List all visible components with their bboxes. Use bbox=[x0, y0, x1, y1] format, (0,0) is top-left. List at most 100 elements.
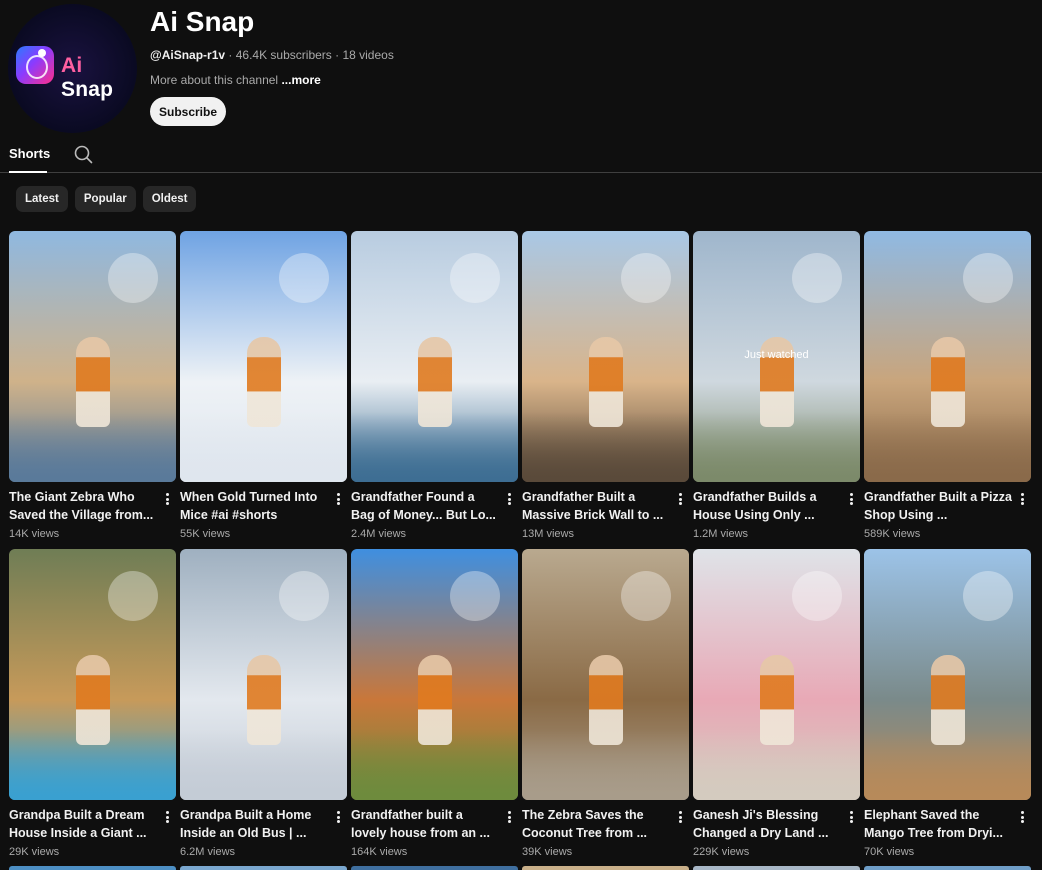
dot bbox=[849, 815, 853, 819]
dot bbox=[165, 493, 169, 496]
short-info: Grandfather Built a Massive Brick Wall t… bbox=[522, 488, 689, 528]
short-thumbnail[interactable] bbox=[351, 231, 518, 482]
short-card[interactable]: When Gold Turned Into Mice #ai #shorts 55… bbox=[180, 231, 347, 540]
short-title[interactable]: Grandfather Built a Massive Brick Wall t… bbox=[522, 488, 670, 524]
dot bbox=[849, 497, 853, 501]
short-views: 589K views bbox=[864, 528, 921, 540]
short-thumbnail[interactable] bbox=[522, 231, 689, 482]
thumbnail-figure bbox=[759, 655, 794, 745]
short-title[interactable]: Elephant Saved the Mango Tree from Dryi.… bbox=[864, 806, 1012, 842]
dot bbox=[678, 497, 682, 501]
short-title[interactable]: The Zebra Saves the Coconut Tree from ..… bbox=[522, 806, 670, 842]
thumbnail-highlight bbox=[621, 571, 671, 621]
short-thumbnail-peek[interactable] bbox=[522, 866, 689, 870]
short-thumbnail-peek[interactable] bbox=[864, 866, 1031, 870]
about-text: More about this channel bbox=[150, 73, 279, 87]
short-card[interactable]: Elephant Saved the Mango Tree from Dryi.… bbox=[864, 549, 1031, 858]
dot bbox=[849, 502, 853, 505]
thumbnail-figure bbox=[417, 655, 452, 745]
short-card[interactable]: Grandfather Built a Massive Brick Wall t… bbox=[522, 231, 689, 540]
short-thumbnail[interactable] bbox=[351, 549, 518, 800]
dot bbox=[678, 815, 682, 819]
subscribe-button[interactable]: Subscribe bbox=[150, 97, 226, 126]
more-options-icon[interactable] bbox=[333, 490, 343, 508]
short-thumbnail[interactable]: Just watched bbox=[693, 231, 860, 482]
more-options-icon[interactable] bbox=[675, 808, 685, 826]
short-card[interactable]: Ganesh Ji's Blessing Changed a Dry Land … bbox=[693, 549, 860, 858]
short-views: 2.4M views bbox=[351, 528, 407, 540]
short-card[interactable]: The Giant Zebra Who Saved the Village fr… bbox=[9, 231, 176, 540]
short-info: Grandfather Found a Bag of Money... But … bbox=[351, 488, 518, 528]
short-thumbnail[interactable] bbox=[522, 549, 689, 800]
short-title[interactable]: Grandfather Found a Bag of Money... But … bbox=[351, 488, 499, 524]
short-thumbnail[interactable] bbox=[864, 549, 1031, 800]
short-views: 70K views bbox=[864, 846, 915, 858]
dot bbox=[507, 815, 511, 819]
more-options-icon[interactable] bbox=[1017, 490, 1027, 508]
short-title[interactable]: Grandfather built a lovely house from an… bbox=[351, 806, 499, 842]
short-title[interactable]: Ganesh Ji's Blessing Changed a Dry Land … bbox=[693, 806, 841, 842]
short-thumbnail[interactable] bbox=[693, 549, 860, 800]
short-card[interactable]: Grandfather built a lovely house from an… bbox=[351, 549, 518, 858]
more-options-icon[interactable] bbox=[504, 490, 514, 508]
short-card[interactable]: Grandfather Found a Bag of Money... But … bbox=[351, 231, 518, 540]
chip-latest[interactable]: Latest bbox=[16, 186, 68, 212]
dot bbox=[336, 493, 340, 496]
dot bbox=[849, 820, 853, 823]
dot bbox=[507, 811, 511, 814]
search-icon[interactable] bbox=[72, 144, 94, 166]
thumbnail-highlight bbox=[108, 253, 158, 303]
thumbnail-highlight bbox=[450, 571, 500, 621]
dot bbox=[507, 493, 511, 496]
short-title[interactable]: Grandpa Built a Home Inside an Old Bus |… bbox=[180, 806, 328, 842]
short-thumbnail-peek[interactable] bbox=[351, 866, 518, 870]
short-card[interactable]: The Zebra Saves the Coconut Tree from ..… bbox=[522, 549, 689, 858]
chip-oldest[interactable]: Oldest bbox=[142, 186, 197, 212]
short-thumbnail-peek[interactable] bbox=[9, 866, 176, 870]
avatar-wordmark: Ai Snap bbox=[61, 54, 114, 101]
dot bbox=[678, 502, 682, 505]
more-options-icon[interactable] bbox=[675, 490, 685, 508]
short-thumbnail-peek[interactable] bbox=[693, 866, 860, 870]
short-card[interactable]: Grandfather Built a Pizza Shop Using ...… bbox=[864, 231, 1031, 540]
tab-shorts[interactable]: Shorts bbox=[9, 146, 50, 161]
more-options-icon[interactable] bbox=[846, 808, 856, 826]
dot bbox=[336, 820, 340, 823]
short-thumbnail[interactable] bbox=[180, 231, 347, 482]
channel-header: Ai Snap Ai Snap @AiSnap-r1v · 46.4K subs… bbox=[0, 0, 1042, 140]
more-link[interactable]: ...more bbox=[281, 73, 320, 87]
short-title[interactable]: When Gold Turned Into Mice #ai #shorts bbox=[180, 488, 328, 524]
channel-handle: @AiSnap-r1v bbox=[150, 48, 226, 62]
short-thumbnail[interactable] bbox=[9, 549, 176, 800]
channel-avatar[interactable]: Ai Snap bbox=[8, 4, 137, 133]
short-card[interactable]: Grandpa Built a Home Inside an Old Bus |… bbox=[180, 549, 347, 858]
short-views: 29K views bbox=[9, 846, 60, 858]
short-title[interactable]: The Giant Zebra Who Saved the Village fr… bbox=[9, 488, 157, 524]
chip-popular[interactable]: Popular bbox=[74, 186, 136, 212]
short-thumbnail-peek[interactable] bbox=[180, 866, 347, 870]
more-options-icon[interactable] bbox=[162, 490, 172, 508]
short-thumbnail[interactable] bbox=[180, 549, 347, 800]
more-options-icon[interactable] bbox=[1017, 808, 1027, 826]
short-card[interactable]: Just watched Grandfather Builds a House U… bbox=[693, 231, 860, 540]
more-options-icon[interactable] bbox=[846, 490, 856, 508]
short-info: Grandpa Built a Home Inside an Old Bus |… bbox=[180, 806, 347, 846]
more-options-icon[interactable] bbox=[162, 808, 172, 826]
thumbnail-highlight bbox=[621, 253, 671, 303]
short-card[interactable]: Grandpa Built a Dream House Inside a Gia… bbox=[9, 549, 176, 858]
short-title[interactable]: Grandfather Built a Pizza Shop Using ... bbox=[864, 488, 1012, 524]
more-options-icon[interactable] bbox=[504, 808, 514, 826]
short-title[interactable]: Grandpa Built a Dream House Inside a Gia… bbox=[9, 806, 157, 842]
dot bbox=[849, 811, 853, 814]
dot bbox=[1020, 493, 1024, 496]
channel-about[interactable]: More about this channel ...more bbox=[150, 73, 321, 87]
short-thumbnail[interactable] bbox=[9, 231, 176, 482]
thumbnail-highlight bbox=[792, 253, 842, 303]
more-options-icon[interactable] bbox=[333, 808, 343, 826]
short-title[interactable]: Grandfather Builds a House Using Only ..… bbox=[693, 488, 841, 524]
dot bbox=[1020, 815, 1024, 819]
thumbnail-highlight bbox=[450, 253, 500, 303]
short-info: Ganesh Ji's Blessing Changed a Dry Land … bbox=[693, 806, 860, 846]
short-thumbnail[interactable] bbox=[864, 231, 1031, 482]
dot bbox=[165, 815, 169, 819]
